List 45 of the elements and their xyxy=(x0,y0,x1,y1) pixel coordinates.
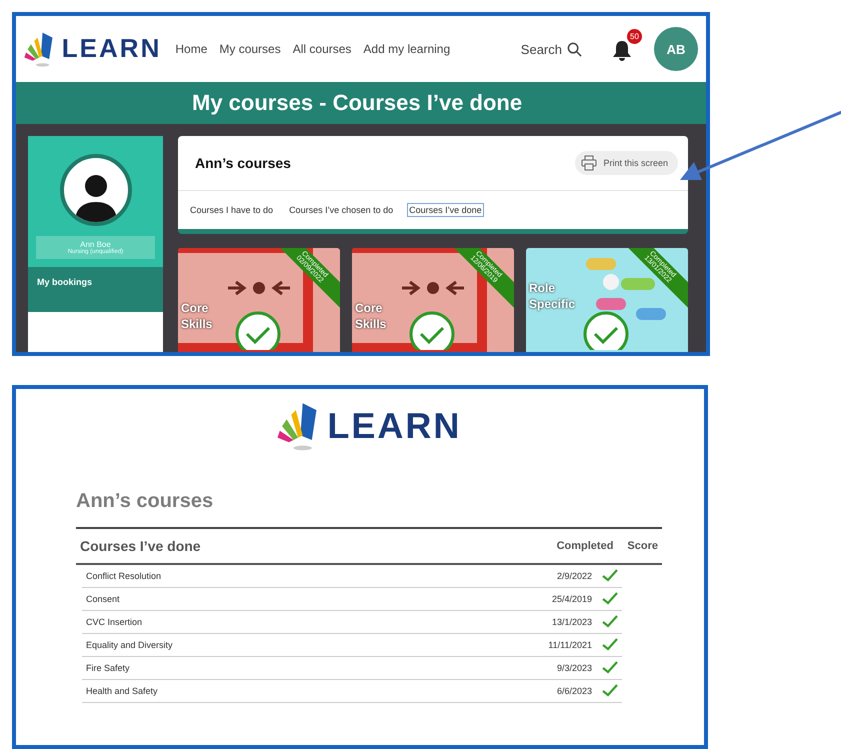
search-button[interactable]: Search xyxy=(514,40,588,58)
card-label: Core Skills xyxy=(355,300,388,332)
course-name: Equality and Diversity xyxy=(86,640,174,650)
page-title-banner: My courses - Courses I’ve done xyxy=(16,82,706,124)
card-label: Core Skills xyxy=(181,300,214,332)
printer-icon xyxy=(581,155,598,171)
sidebar-item[interactable]: My bookings xyxy=(28,267,163,312)
tab[interactable]: Courses I have to do xyxy=(188,203,276,217)
print-heading: Ann’s courses xyxy=(76,490,214,513)
check-icon xyxy=(602,684,618,698)
check-icon xyxy=(602,592,618,606)
check-icon xyxy=(602,661,618,674)
completed-date: 6/6/2023 xyxy=(556,686,592,696)
column-header: Completed xyxy=(556,540,614,552)
course-name: CVC Insertion xyxy=(86,616,144,627)
column-header: Score xyxy=(627,540,658,552)
logo-text: LEARN xyxy=(62,33,162,64)
notification-badge: 50 xyxy=(627,29,642,44)
course-name: Consent xyxy=(86,594,121,604)
course-name: Health and Safety xyxy=(86,686,159,696)
search-icon xyxy=(567,42,582,56)
nav-link[interactable]: My courses xyxy=(219,42,281,56)
card-label: Role Specific xyxy=(529,280,576,312)
tab[interactable]: Courses I’ve done xyxy=(407,203,484,217)
completed-date: 2/9/2022 xyxy=(556,570,592,581)
completed-date: 9/3/2023 xyxy=(556,662,592,673)
print-button[interactable]: Print this screen xyxy=(575,151,678,175)
check-icon xyxy=(602,638,618,652)
tab[interactable]: Courses I’ve chosen to do xyxy=(287,203,396,217)
course-name: Conflict Resolution xyxy=(86,570,162,581)
bell-icon[interactable] xyxy=(612,40,632,62)
course-name: Fire Safety xyxy=(86,662,131,673)
completed-date: 11/11/2021 xyxy=(548,640,592,650)
check-icon xyxy=(602,569,618,582)
nav-link[interactable]: Add my learning xyxy=(363,42,450,56)
column-header: Courses I’ve done xyxy=(80,538,202,554)
profile-name: Ann Boe xyxy=(80,240,111,249)
panel-title: Ann’s courses xyxy=(195,155,291,171)
nav-link[interactable]: All courses xyxy=(292,42,352,56)
nav-link[interactable]: Home xyxy=(175,42,208,56)
avatar[interactable]: AB xyxy=(654,27,698,71)
check-icon xyxy=(602,615,618,628)
completed-date: 25/4/2019 xyxy=(552,594,592,604)
completed-date: 13/1/2023 xyxy=(552,616,592,627)
logo-text: LEARN xyxy=(327,405,462,448)
